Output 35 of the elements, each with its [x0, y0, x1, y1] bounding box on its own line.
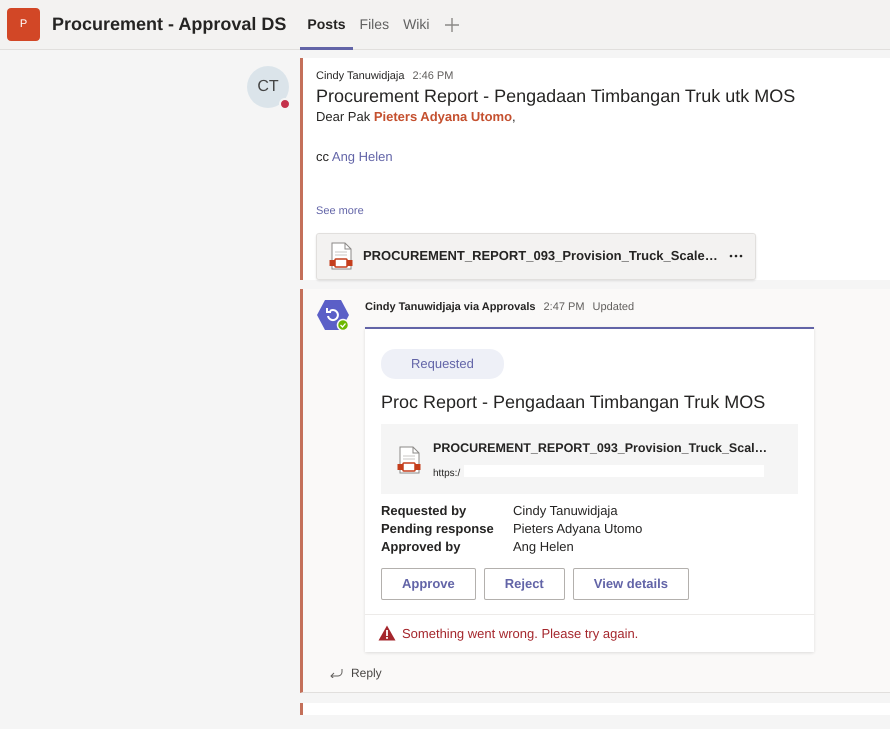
card-title: Proc Report - Pengadaan Timbangan Truk MOS [381, 390, 766, 414]
action-button[interactable]: View details [572, 568, 689, 600]
edited-label: Updated [592, 300, 634, 312]
field-label: Requested by [381, 502, 468, 520]
channel-tab[interactable]: Wiki [396, 0, 437, 50]
field-label: Pending response [381, 520, 495, 538]
error-message: Something went wrong. Please try again. [402, 624, 638, 643]
field-value: Cindy Tanuwidjaja [513, 502, 618, 520]
timestamp: 2:47 PM [544, 300, 585, 312]
channel-tab[interactable]: Files [352, 0, 396, 50]
see-more-link[interactable]: See more [316, 202, 364, 219]
timestamp: 2:46 PM [412, 70, 454, 82]
field-label: Approved by [381, 538, 462, 556]
field-value: Ang Helen [513, 538, 574, 556]
file-name: PROCUREMENT_REPORT_093_Provision_Truck_Scal… [433, 440, 768, 456]
mention-link[interactable]: Ang Helen [332, 148, 393, 164]
file-url: https:/ [433, 468, 460, 478]
team-logo: P [7, 8, 40, 41]
file-name: PROCUREMENT_REPORT_093_Provision_Truck_Scale… [363, 247, 719, 266]
attachment-card[interactable]: PROCUREMENT_REPORT_093_Provision_Truck_Scale… [316, 232, 756, 280]
greeting-text: Dear Pak Pieters Adyana Utomo, [316, 108, 517, 126]
reply-button[interactable]: Reply [351, 664, 382, 682]
message-subject: Procurement Report - Pengadaan Timbangan Truk utk MOS [316, 84, 796, 106]
author-name: Cindy Tanuwidjaja [316, 70, 404, 82]
cc-text: cc Ang Helen [316, 148, 394, 166]
author-name: Cindy Tanuwidjaja via Approvals [365, 300, 536, 312]
user-avatar[interactable]: CT [247, 66, 289, 108]
team-title: Procurement - Approval DS [52, 13, 286, 36]
field-value: Pieters Adyana Utomo [513, 520, 642, 538]
channel-tab[interactable]: Posts [300, 0, 353, 50]
action-button[interactable]: Approve [381, 568, 476, 600]
mention-link[interactable]: Pieters Adyana Utomo [374, 108, 512, 124]
status-pill: Requested [381, 349, 504, 378]
file-card[interactable]: PROCUREMENT_REPORT_093_Provision_Truck_Scal… https:/ [381, 424, 798, 494]
action-button[interactable]: Reject [484, 568, 565, 600]
